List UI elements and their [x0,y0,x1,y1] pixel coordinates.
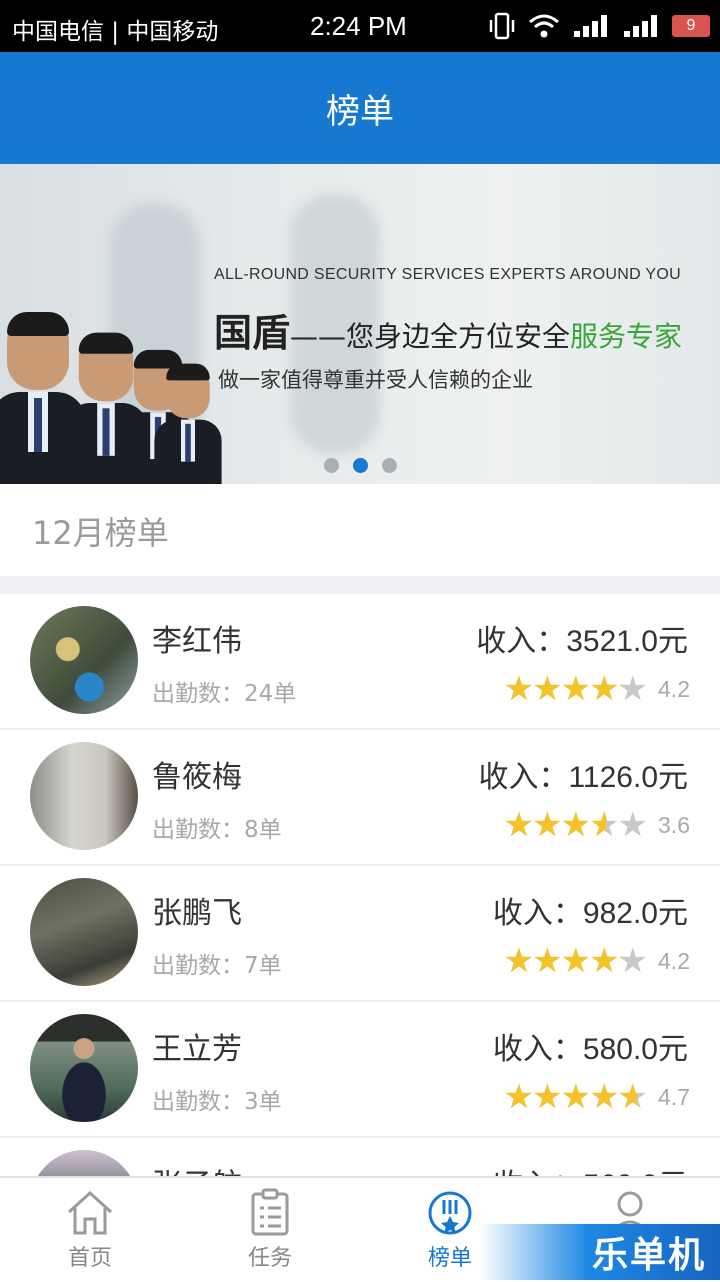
signal-1-icon [574,15,607,37]
rating-score: 4.7 [658,1083,690,1110]
income-amount: 收入：1126.0元 [478,761,688,794]
clock: 2:24 PM [310,11,407,41]
ranking-list[interactable]: 李红伟 出勤数：24单 收入：3521.0元 ★★★★★★★★★★ 4.2 鲁筱… [0,594,720,1176]
attendance-count: 出勤数：24单 [152,681,297,707]
signal-2-icon [624,15,657,37]
watermark-logo: 乐单机 [480,1224,720,1280]
income-amount: 收入：982.0元 [492,897,688,930]
star-icons: ★★★★★★★★★★ [503,941,648,981]
ranking-row[interactable]: 王立芳 出勤数：3单 收入：580.0元 ★★★★★ ★★★★★ 4.7 [0,1002,720,1138]
avatar [30,878,138,986]
attendance-count: 出勤数：3单 [152,1089,282,1115]
ranking-row[interactable]: 鲁筱梅 出勤数：8单 收入：1126.0元 ★★★★★★★★★★ 3.6 [0,730,720,866]
avatar [30,1150,138,1176]
tab-label: 任务 [247,1246,292,1271]
attendance-count: 出勤数：7单 [152,953,282,979]
worker-name: 鲁筱梅 [152,760,242,795]
star-rating: ★★★★★★★★★★ 4.2 [504,942,690,980]
tab-task[interactable]: 任务 [180,1178,360,1282]
wifi-icon [529,14,559,38]
slogan-dash: —— [290,320,347,353]
carousel-dot-active[interactable] [352,458,368,473]
banner-carousel[interactable]: ALL-ROUND SECURITY SERVICES EXPERTS AROU… [0,164,720,484]
worker-name: 张鹏飞 [152,896,242,931]
vibrate-icon [489,12,515,40]
ranking-row[interactable]: 张鹏飞 出勤数：7单 收入：982.0元 ★★★★★★★★★★ 4.2 [0,866,720,1002]
worker-name: 张子航 [152,1160,242,1176]
rating-score: 4.2 [658,947,690,974]
star-icons: ★★★★★★★★★★ [503,669,648,709]
star-icons: ★★★★★★★★★★ [503,1077,648,1117]
star-icons: ★★★★★★★★★★ [503,805,648,845]
carrier-label: 中国电信 | 中国移动 [12,19,219,45]
rating-score: 3.6 [658,811,690,838]
banner-subtitle: 做一家值得尊重并受人信赖的企业 [218,368,533,392]
home-icon [67,1190,113,1235]
star-rating: ★★★★★★★★★★ 3.6 [504,806,690,844]
worker-name: 王立芳 [152,1032,242,1067]
attendance-count: 出勤数：8单 [152,817,282,843]
banner-slogan: 国盾——您身边全方位安全服务专家 [214,302,682,357]
carousel-dot[interactable] [381,458,397,473]
tab-label: 首页 [67,1246,112,1271]
slogan-highlight: 服务专家 [570,320,683,353]
carousel-dot[interactable] [323,458,339,473]
task-icon [251,1188,289,1236]
battery-icon: 9 [672,15,710,37]
ranking-section-title: 12月榜单 [32,514,169,552]
income-amount: 收入：560.0元 [493,1160,688,1176]
ranking-section-header: 12月榜单 [0,484,720,576]
section-divider [0,576,720,594]
star-rating: ★★★★★ ★★★★★ 4.7 [504,1078,690,1116]
tab-home[interactable]: 首页 [0,1178,180,1282]
star-rating: ★★★★★★★★★★ 4.2 [504,670,690,708]
worker-name: 李红伟 [152,624,242,659]
ranking-row[interactable]: 李红伟 出勤数：24单 收入：3521.0元 ★★★★★★★★★★ 4.2 [0,594,720,730]
ranking-row[interactable]: 张子航 收入：560.0元 ★★★★★★★★★★ [0,1138,720,1176]
page-title: 榜单 [326,91,394,132]
slogan-text: 您身边全方位安全 [346,320,571,353]
avatar [30,1014,138,1122]
status-icons: 9 [488,10,710,42]
avatar [30,742,138,850]
banner-english-tagline: ALL-ROUND SECURITY SERVICES EXPERTS AROU… [214,266,681,283]
income-amount: 收入：3521.0元 [476,625,688,658]
carousel-indicator [0,458,720,473]
title-bar: 榜单 [0,52,720,164]
status-bar: 中国电信 | 中国移动 2:24 PM 9 [0,0,720,52]
brand-name: 国盾 [214,311,291,355]
ranking-icon [428,1191,472,1235]
income-amount: 收入：580.0元 [492,1033,688,1066]
avatar [30,606,138,714]
rating-score: 4.2 [658,675,690,702]
